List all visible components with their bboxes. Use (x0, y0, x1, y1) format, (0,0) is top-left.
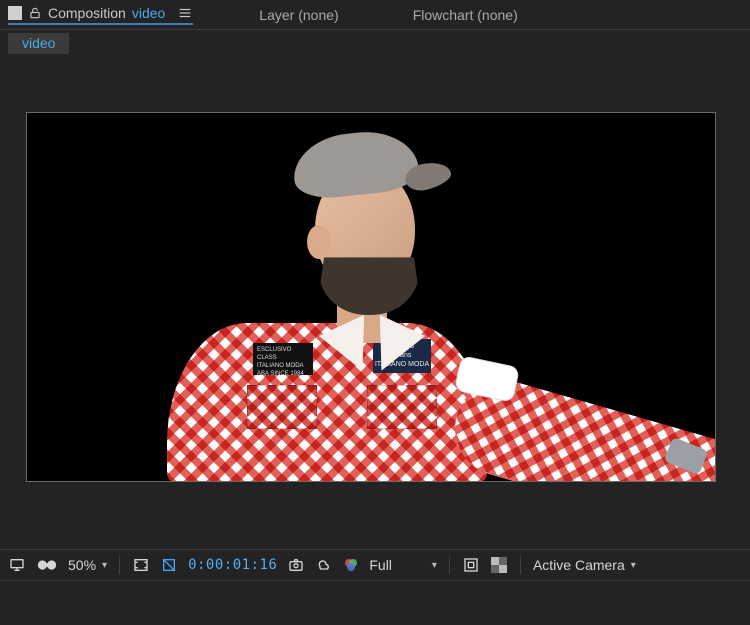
tab-flowchart[interactable]: Flowchart (none) (413, 7, 518, 23)
tab-layer[interactable]: Layer (none) (259, 7, 338, 23)
safe-zones-icon[interactable] (132, 557, 150, 573)
divider (119, 556, 120, 574)
divider (520, 556, 521, 574)
comp-mini-flow: video (0, 30, 750, 56)
panel-menu-icon[interactable] (177, 6, 193, 20)
goggles-icon[interactable] (36, 558, 58, 572)
zoom-value: 50% (68, 557, 96, 573)
panel-footer-space (0, 581, 750, 625)
patch-left-line3: ABA SINCE 1984 (257, 371, 304, 377)
tab-composition-name: video (132, 5, 165, 21)
patch-left-line1: ESCLUSIVO CLASS (257, 347, 291, 361)
zoom-dropdown[interactable]: 50% ▾ (68, 557, 107, 573)
panel-tab-bar: Composition video Layer (none) Flowchart… (0, 0, 750, 30)
comp-mini-flow-item[interactable]: video (8, 33, 69, 54)
view-value: Active Camera (533, 557, 625, 573)
resolution-dropdown[interactable]: Full ▾ (369, 557, 437, 573)
preview-content: ESCLUSIVO CLASS ITALIANO MODA ABA SINCE … (27, 113, 715, 481)
monitor-icon[interactable] (8, 557, 26, 573)
comp-swatch-icon (8, 6, 22, 20)
mask-toggle-icon[interactable] (160, 557, 178, 573)
current-time[interactable]: 0:00:01:16 (188, 557, 277, 573)
preview-icon[interactable] (315, 557, 333, 573)
patch-left-line2: ITALIANO MODA (257, 363, 304, 369)
resolution-value: Full (369, 557, 392, 573)
viewer-area: ESCLUSIVO CLASS ITALIANO MODA ABA SINCE … (0, 56, 750, 549)
view-dropdown[interactable]: Active Camera ▾ (533, 557, 636, 573)
color-mgmt-icon[interactable] (343, 557, 359, 573)
roi-icon[interactable] (462, 557, 480, 573)
composition-canvas[interactable]: ESCLUSIVO CLASS ITALIANO MODA ABA SINCE … (26, 112, 716, 482)
chevron-down-icon: ▾ (631, 560, 636, 571)
divider (449, 556, 450, 574)
chevron-down-icon: ▾ (102, 560, 107, 571)
lock-open-icon[interactable] (28, 6, 42, 20)
snapshot-icon[interactable] (287, 557, 305, 573)
tab-composition-label: Composition (48, 5, 126, 21)
viewer-toolbar: 50% ▾ 0:00:01:16 Full ▾ (0, 549, 750, 581)
transparency-grid-icon[interactable] (490, 557, 508, 573)
chevron-down-icon: ▾ (432, 560, 437, 571)
tab-composition[interactable]: Composition video (8, 5, 193, 25)
